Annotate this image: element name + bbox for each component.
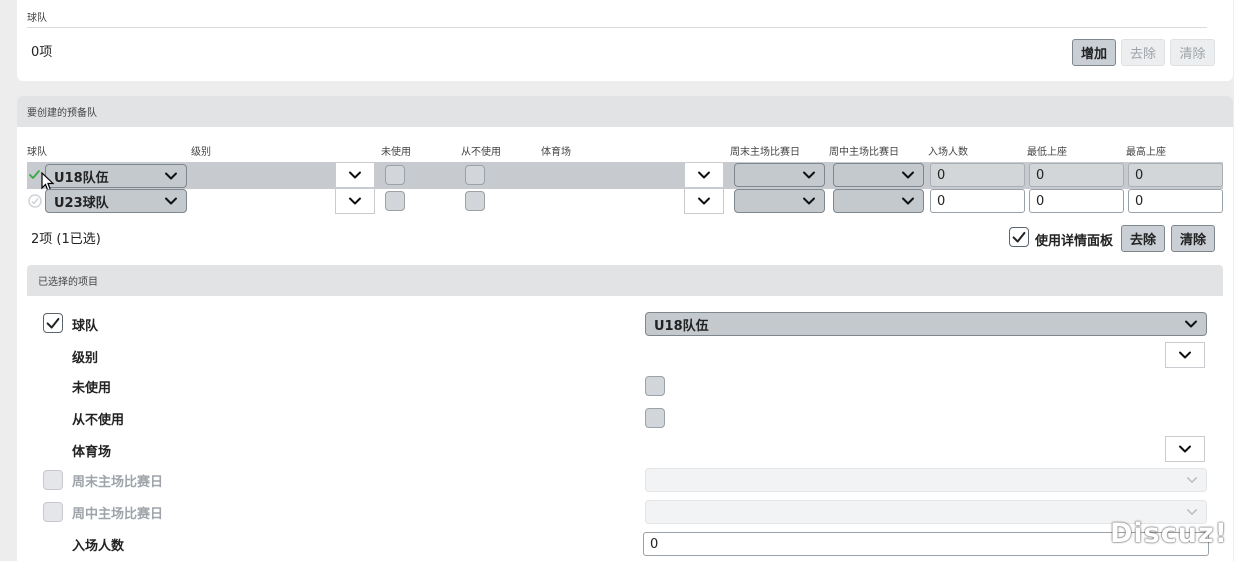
chevron-down-icon [348, 194, 362, 208]
midweek-field-label: 周中主场比赛日 [72, 507, 164, 522]
weekend-day-select-row1[interactable] [734, 163, 825, 187]
detail-panel-checkbox[interactable] [1009, 227, 1029, 247]
chevron-down-icon [901, 168, 915, 182]
chevron-down-icon [802, 194, 816, 208]
never-use-checkbox-row1[interactable] [465, 165, 485, 185]
chevron-down-icon [697, 194, 711, 208]
unused-field-label: 未使用 [72, 381, 112, 396]
reserve-panel-header [17, 96, 1233, 127]
chevron-down-icon [348, 168, 362, 182]
min-attendance-input-row1[interactable]: 0 [1029, 163, 1124, 187]
chevron-down-icon [901, 194, 915, 208]
col-level: 级别 [191, 147, 211, 158]
weekend-field-select[interactable] [645, 468, 1207, 492]
col-team: 球队 [27, 147, 47, 158]
team-field-label: 球队 [72, 319, 99, 334]
level-select-row2[interactable] [335, 188, 375, 214]
reserve-count: 2项 (1已选) [31, 232, 101, 247]
team-field-value: U18队伍 [654, 318, 709, 334]
weekend-day-select-row2[interactable] [734, 189, 825, 213]
unused-checkbox-row2[interactable] [385, 191, 405, 211]
team-field-checkbox[interactable] [43, 313, 63, 333]
team-select-value: U23球队 [54, 195, 109, 211]
col-never-use: 从不使用 [461, 147, 501, 158]
unused-field-checkbox[interactable] [645, 376, 665, 396]
team-select-row1[interactable]: U18队伍 [45, 164, 187, 188]
unused-checkbox-row1[interactable] [385, 165, 405, 185]
chevron-down-icon [164, 194, 178, 208]
col-attendance: 入场人数 [928, 147, 968, 158]
stadium-field-label: 体育场 [72, 445, 112, 460]
add-button[interactable]: 增加 [1072, 39, 1116, 66]
col-weekend-day: 周末主场比赛日 [730, 147, 800, 158]
min-attendance-input-row2[interactable]: 0 [1029, 189, 1124, 213]
selected-items-header [27, 265, 1223, 296]
level-select-row1[interactable] [335, 162, 375, 188]
chevron-down-icon [1186, 474, 1198, 486]
chevron-down-icon [164, 169, 178, 183]
selected-check-icon [29, 170, 40, 179]
team-select-value: U18队伍 [54, 170, 109, 186]
checkmark-icon [44, 314, 62, 332]
never-use-field-checkbox[interactable] [645, 408, 665, 428]
attendance-input-row1[interactable]: 0 [930, 163, 1025, 187]
col-min-attendance: 最低上座 [1027, 147, 1067, 158]
col-stadium: 体育场 [541, 147, 571, 158]
stadium-select-row2[interactable] [684, 188, 724, 214]
checkmark-icon [1010, 228, 1028, 246]
reserve-panel-title: 要创建的预备队 [27, 108, 97, 119]
level-field-select[interactable] [1165, 342, 1205, 368]
chevron-down-icon [697, 168, 711, 182]
remove-button[interactable]: 去除 [1121, 39, 1165, 66]
team-field-select[interactable]: U18队伍 [645, 312, 1207, 336]
max-attendance-input-row2[interactable]: 0 [1128, 189, 1223, 213]
level-field-label: 级别 [72, 351, 99, 366]
reserve-remove-button[interactable]: 去除 [1121, 225, 1165, 252]
never-use-field-label: 从不使用 [72, 413, 125, 428]
detail-panel-label[interactable]: 使用详情面板 [1035, 230, 1113, 249]
col-unused: 未使用 [381, 147, 411, 158]
midweek-day-select-row1[interactable] [833, 163, 924, 187]
divider [27, 27, 1207, 28]
max-attendance-input-row1[interactable]: 0 [1128, 163, 1223, 187]
teams-count: 0项 [31, 45, 53, 60]
watermark: Discuz! [1110, 518, 1228, 549]
reserve-clear-button[interactable]: 清除 [1171, 225, 1215, 252]
chevron-down-icon [1184, 317, 1198, 331]
unselected-check-icon [28, 194, 42, 208]
weekend-field-label: 周末主场比赛日 [72, 475, 164, 490]
teams-label: 球队 [27, 13, 47, 24]
never-use-checkbox-row2[interactable] [465, 191, 485, 211]
clear-button[interactable]: 清除 [1170, 39, 1215, 66]
chevron-down-icon [1178, 348, 1192, 362]
stadium-select-row1[interactable] [684, 162, 724, 188]
team-select-row2[interactable]: U23球队 [45, 189, 187, 213]
selected-items-title: 已选择的项目 [38, 277, 98, 288]
stadium-field-select[interactable] [1165, 436, 1205, 462]
midweek-field-checkbox[interactable] [43, 502, 63, 522]
chevron-down-icon [1178, 442, 1192, 456]
col-max-attendance: 最高上座 [1126, 147, 1166, 158]
teams-panel: 球队 0项 增加 去除 清除 [17, 0, 1233, 81]
attendance-input-row2[interactable]: 0 [930, 189, 1025, 213]
midweek-day-select-row2[interactable] [833, 189, 924, 213]
chevron-down-icon [1186, 506, 1198, 518]
chevron-down-icon [802, 168, 816, 182]
weekend-field-checkbox[interactable] [43, 470, 63, 490]
attendance-field-label: 入场人数 [72, 539, 125, 554]
col-midweek-day: 周中主场比赛日 [829, 147, 899, 158]
